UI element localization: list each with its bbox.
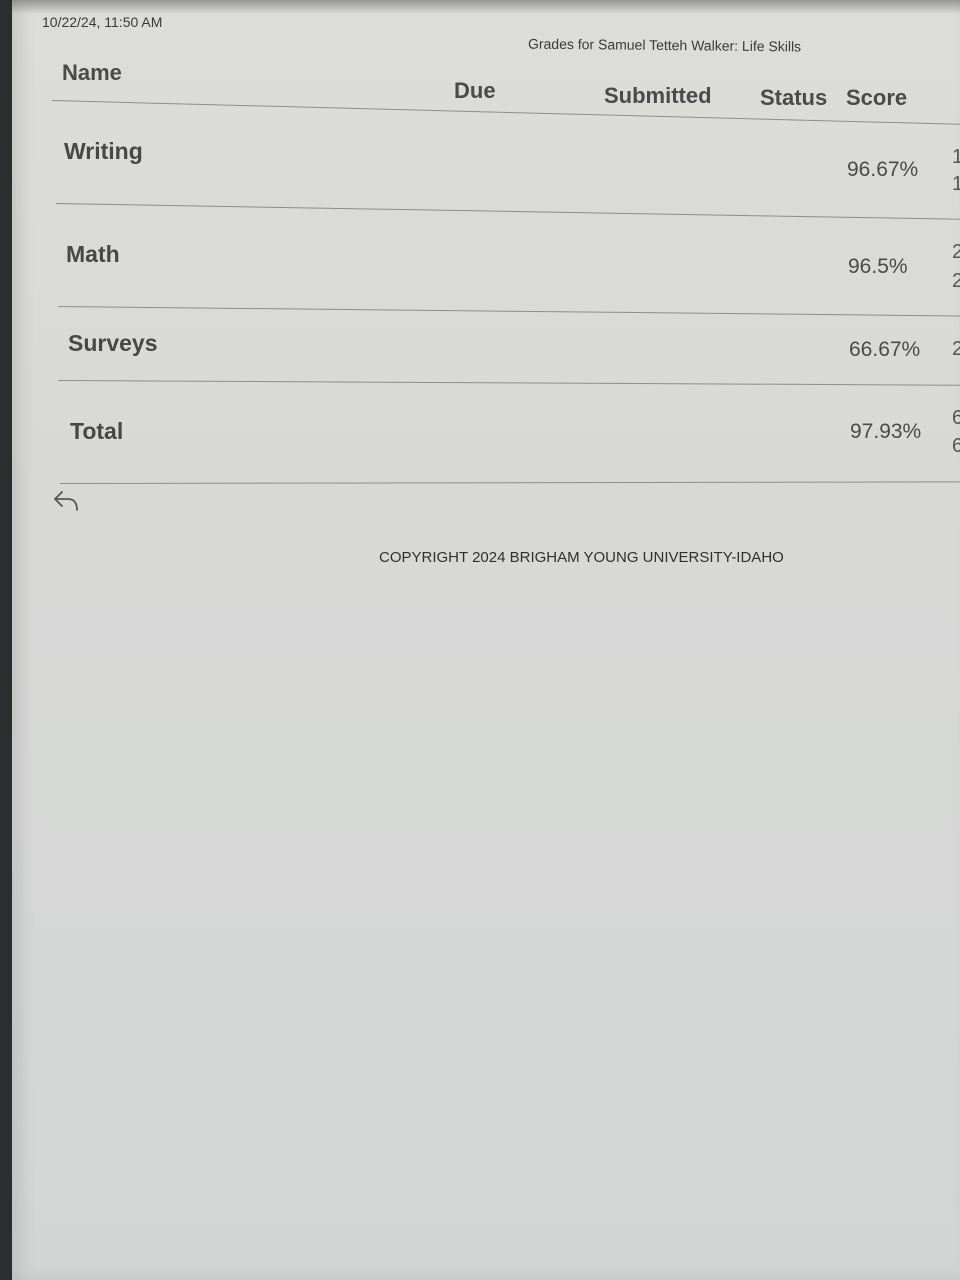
clipped-points-fragment: 2: [952, 338, 960, 360]
page-top-shadow: [12, 0, 960, 14]
reply-arrow-icon[interactable]: [52, 488, 82, 514]
column-header-submitted: Submitted: [604, 83, 712, 108]
table-row-score: 96.67%: [847, 158, 919, 181]
table-row-name: Surveys: [68, 330, 158, 356]
table-row-name: Math: [66, 241, 120, 267]
column-header-due: Due: [454, 78, 496, 103]
row-divider: [60, 481, 960, 484]
clipped-points-fragment: 6: [952, 435, 960, 457]
printed-page: 10/22/24, 11:50 AM Grades for Samuel Tet…: [12, 0, 960, 1280]
row-divider: [57, 306, 960, 317]
column-header-score: Score: [846, 85, 908, 110]
table-row-name: Total: [70, 418, 124, 444]
column-header-name: Name: [62, 60, 122, 85]
clipped-points-fragment: 1: [952, 146, 960, 168]
table-row-score: 97.93%: [850, 420, 922, 443]
copyright-notice: COPYRIGHT 2024 BRIGHAM YOUNG UNIVERSITY-…: [379, 549, 784, 566]
clipped-points-fragment: 1: [952, 173, 960, 195]
table-row-name: Writing: [64, 138, 143, 164]
clipped-points-fragment: 2: [952, 241, 960, 263]
clipped-points-fragment: 2: [952, 270, 960, 292]
row-divider: [55, 203, 960, 220]
column-header-status: Status: [760, 85, 828, 110]
table-row-score: 96.5%: [848, 255, 908, 278]
table-row-score: 66.67%: [849, 338, 921, 361]
row-divider: [57, 380, 960, 386]
clipped-points-fragment: 6: [952, 407, 960, 429]
page-title: Grades for Samuel Tetteh Walker: Life Sk…: [527, 35, 802, 55]
print-timestamp: 10/22/24, 11:50 AM: [42, 14, 163, 30]
